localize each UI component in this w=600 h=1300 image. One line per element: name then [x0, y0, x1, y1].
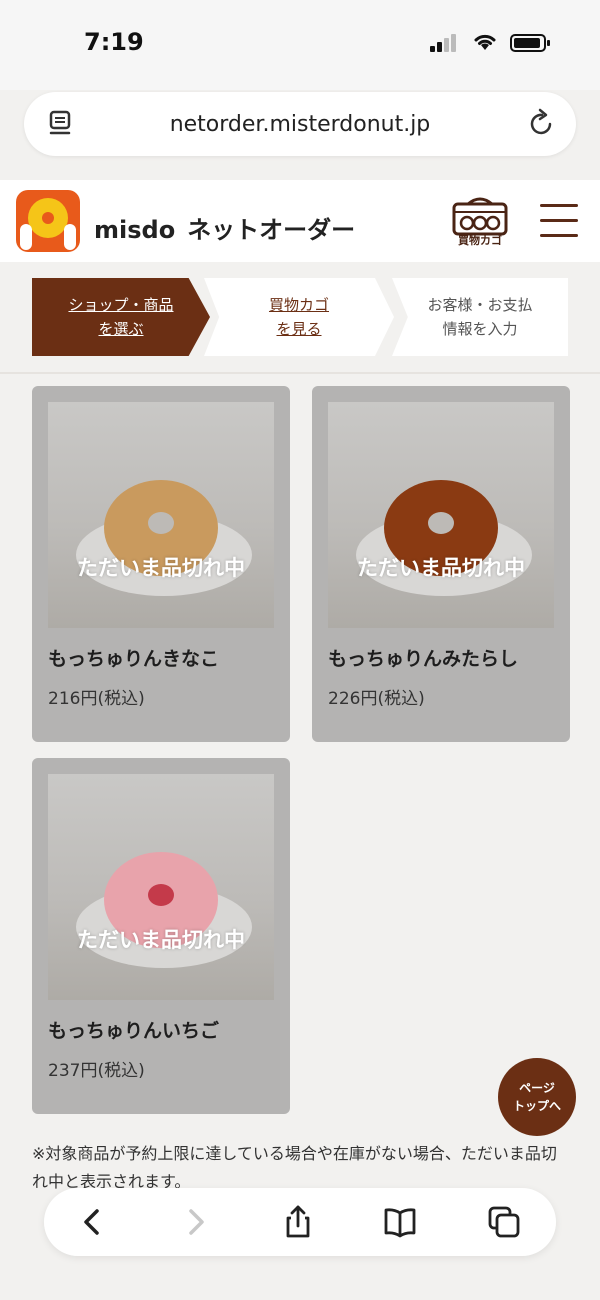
site-header: misdo ネットオーダー 買物カゴ	[0, 180, 600, 262]
product-card[interactable]: ただいま品切れ中 もっちゅりんみたらし 226円(税込)	[312, 386, 570, 742]
hamburger-menu-icon[interactable]	[540, 204, 578, 238]
page-top-label: トップへ	[512, 1099, 561, 1113]
sold-out-label: ただいま品切れ中	[77, 556, 245, 580]
product-card[interactable]: ただいま品切れ中 もっちゅりんいちご 237円(税込)	[32, 758, 290, 1114]
status-bar: 7:19	[0, 0, 600, 90]
step-label: を選ぶ	[98, 320, 144, 338]
product-name[interactable]: もっちゅりんきなこ	[48, 644, 219, 671]
wifi-icon	[474, 34, 496, 50]
step-label: 買物カゴ	[268, 296, 329, 314]
step-label: を見る	[276, 320, 322, 338]
step-enter-info: お客様・お支払 情報を入力	[392, 278, 568, 356]
bookmarks-icon[interactable]	[382, 1204, 418, 1240]
product-image[interactable]: ただいま品切れ中	[48, 402, 274, 628]
reload-icon[interactable]	[528, 108, 556, 138]
product-price: 216円(税込)	[48, 689, 145, 709]
home-indicator-area	[0, 1276, 600, 1300]
product-card[interactable]: ただいま品切れ中 もっちゅりんきなこ 216円(税込)	[32, 386, 290, 742]
product-price: 226円(税込)	[328, 689, 425, 709]
brand-ja: ネットオーダー	[187, 216, 356, 244]
address-bar[interactable]: netorder.misterdonut.jp	[24, 92, 576, 156]
back-icon[interactable]	[74, 1204, 110, 1240]
tabs-icon[interactable]	[486, 1204, 522, 1240]
product-image[interactable]: ただいま品切れ中	[48, 774, 274, 1000]
cart-label[interactable]: 買物カゴ	[448, 232, 512, 248]
product-price: 237円(税込)	[48, 1061, 145, 1081]
divider	[0, 372, 600, 374]
step-select-shop[interactable]: ショップ・商品 を選ぶ	[32, 278, 210, 356]
site-brand: misdo ネットオーダー	[94, 210, 355, 245]
cellular-signal-icon	[430, 34, 460, 52]
step-label: お客様・お支払	[427, 296, 533, 314]
page-top-label: ページ	[519, 1081, 555, 1095]
status-time: 7:19	[84, 28, 144, 56]
step-view-cart[interactable]: 買物カゴ を見る	[204, 278, 394, 356]
step-label: 情報を入力	[442, 320, 518, 338]
misdo-logo[interactable]	[16, 190, 80, 252]
browser-toolbar	[44, 1188, 556, 1256]
product-name[interactable]: もっちゅりんいちご	[48, 1016, 219, 1043]
sold-out-label: ただいま品切れ中	[357, 556, 525, 580]
product-image[interactable]: ただいま品切れ中	[328, 402, 554, 628]
battery-icon	[510, 34, 550, 52]
step-label: ショップ・商品	[68, 296, 174, 314]
page-top-button[interactable]: ページ トップへ	[498, 1058, 576, 1136]
brand-latin: misdo	[94, 216, 176, 244]
order-steps: ショップ・商品 を選ぶ 買物カゴを見る お客様・お支払 情報を入力	[0, 262, 600, 372]
forward-icon	[189, 1209, 204, 1235]
product-name[interactable]: もっちゅりんみたらし	[328, 644, 518, 671]
sold-out-label: ただいま品切れ中	[77, 928, 245, 952]
url-text[interactable]: netorder.misterdonut.jp	[24, 112, 576, 137]
share-icon[interactable]	[280, 1204, 316, 1240]
